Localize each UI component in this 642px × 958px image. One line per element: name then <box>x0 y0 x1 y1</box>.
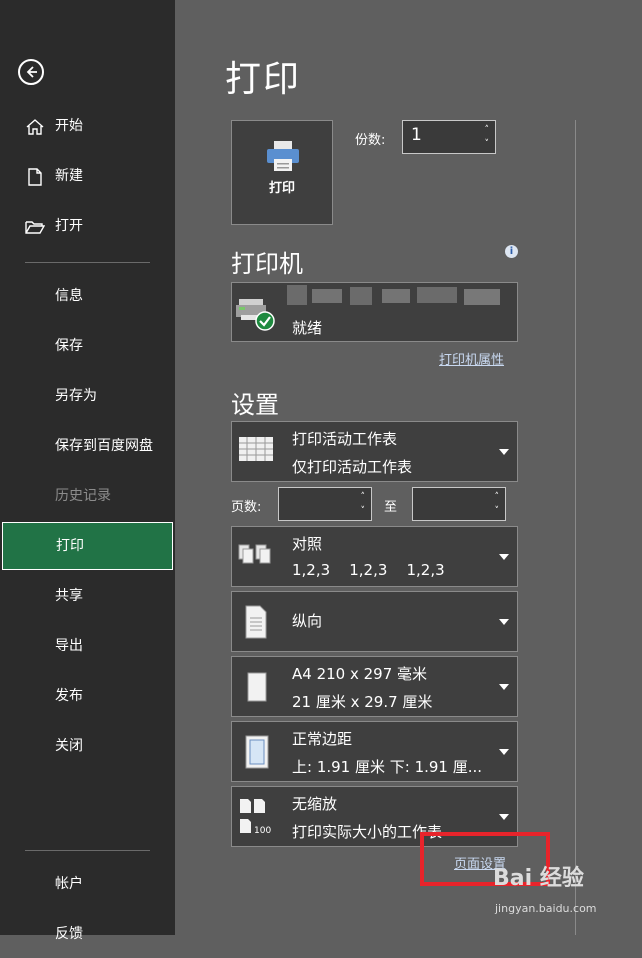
nav-share-label: 共享 <box>55 588 83 604</box>
nav-info-label: 信息 <box>55 288 83 304</box>
nav-close[interactable]: 关闭 <box>0 722 175 770</box>
pages-label: 页数: <box>231 500 262 515</box>
scaling-value: 无缩放 <box>292 795 338 813</box>
portrait-page-icon <box>245 605 267 639</box>
printer-icon <box>267 141 299 171</box>
nav-publish-label: 发布 <box>55 688 83 704</box>
copies-stepper[interactable]: 1 ˄ ˅ <box>402 120 496 154</box>
spin-arrows-icon[interactable]: ˄ ˅ <box>495 490 500 518</box>
nav-info[interactable]: 信息 <box>0 272 175 320</box>
print-what-desc: 仅打印活动工作表 <box>292 458 413 476</box>
nav-history-label: 历史记录 <box>55 488 111 504</box>
sidebar-divider <box>25 850 150 851</box>
nav-publish[interactable]: 发布 <box>0 672 175 720</box>
nav-feedback-label: 反馈 <box>55 926 83 942</box>
redacted-printer-name <box>417 287 457 303</box>
sidebar-divider <box>25 262 150 263</box>
margins-desc: 上: 1.91 厘米 下: 1.91 厘... <box>292 758 483 776</box>
nav-home[interactable]: 开始 <box>0 102 175 150</box>
preview-divider <box>575 120 576 935</box>
nav-open-label: 打开 <box>55 218 83 234</box>
backstage-sidebar: 开始 新建 打开 信息 保存 另存为 保存到百度网盘 历史记录 打印 共享 导出… <box>0 0 175 942</box>
redacted-printer-name <box>312 289 342 303</box>
nav-export-label: 导出 <box>55 638 83 654</box>
watermark-brand: Bai 经验 <box>493 866 584 891</box>
paper-size-dropdown[interactable]: A4 210 x 297 毫米 21 厘米 x 29.7 厘米 <box>231 656 518 717</box>
nav-save-to-baidu[interactable]: 保存到百度网盘 <box>0 422 175 470</box>
home-icon <box>26 119 44 135</box>
nav-open[interactable]: 打开 <box>0 202 175 250</box>
redacted-printer-name <box>350 287 372 305</box>
baidu-watermark: Bai 经验 jingyan.baidu.com <box>483 860 613 920</box>
collate-value: 对照 <box>292 535 323 553</box>
nav-save-as-label: 另存为 <box>55 388 97 404</box>
no-scaling-icon: 100 <box>240 799 271 836</box>
worksheet-icon <box>239 437 273 461</box>
nav-history: 历史记录 <box>0 472 175 520</box>
nav-feedback[interactable]: 反馈 <box>0 910 175 958</box>
chevron-down-icon <box>499 619 509 625</box>
print-what-dropdown[interactable]: 打印活动工作表 仅打印活动工作表 <box>231 421 518 482</box>
chevron-down-icon <box>499 749 509 755</box>
spin-arrows-icon[interactable]: ˄ ˅ <box>485 123 490 151</box>
margins-dropdown[interactable]: 正常边距 上: 1.91 厘米 下: 1.91 厘... <box>231 721 518 782</box>
print-what-value: 打印活动工作表 <box>292 430 398 448</box>
info-icon[interactable]: i <box>505 245 518 258</box>
chevron-down-icon <box>499 449 509 455</box>
nav-new[interactable]: 新建 <box>0 152 175 200</box>
back-arrow-icon[interactable] <box>18 59 44 85</box>
collate-dropdown[interactable]: 对照 1,2,3 1,2,3 1,2,3 <box>231 526 518 587</box>
margins-icon <box>245 735 269 769</box>
nav-account-label: 帐户 <box>55 876 83 892</box>
paper-size-icon <box>247 672 267 702</box>
pages-from-stepper[interactable]: ˄ ˅ <box>278 487 372 521</box>
printer-section-title: 打印机 <box>231 250 303 278</box>
folder-icon <box>25 221 45 234</box>
nav-save-to-baidu-label: 保存到百度网盘 <box>55 438 153 454</box>
pages-to-stepper[interactable]: ˄ ˅ <box>412 487 506 521</box>
nav-account[interactable]: 帐户 <box>0 860 175 908</box>
nav-export[interactable]: 导出 <box>0 622 175 670</box>
settings-section-title: 设置 <box>231 391 279 419</box>
paper-size-value: A4 210 x 297 毫米 <box>292 665 428 683</box>
print-button[interactable]: 打印 <box>231 120 333 225</box>
redacted-printer-name <box>287 285 307 305</box>
watermark-url: jingyan.baidu.com <box>495 902 597 915</box>
orientation-value: 纵向 <box>292 612 323 630</box>
nav-print-label: 打印 <box>56 538 84 554</box>
print-button-label: 打印 <box>268 181 295 196</box>
nav-save-label: 保存 <box>55 338 83 354</box>
redacted-printer-name <box>382 289 410 303</box>
copies-label: 份数: <box>355 133 386 148</box>
nav-save-as[interactable]: 另存为 <box>0 372 175 420</box>
to-label: 至 <box>384 500 398 515</box>
page-title: 打印 <box>225 59 302 100</box>
chevron-down-icon <box>499 684 509 690</box>
margins-value: 正常边距 <box>292 730 353 748</box>
svg-text:100: 100 <box>254 826 271 836</box>
chevron-down-icon <box>499 554 509 560</box>
printer-properties-link[interactable]: 打印机属性 <box>439 349 504 368</box>
nav-print[interactable]: 打印 <box>2 522 173 570</box>
nav-share[interactable]: 共享 <box>0 572 175 620</box>
collate-desc: 1,2,3 1,2,3 1,2,3 <box>292 561 445 579</box>
chevron-down-icon <box>499 814 509 820</box>
redacted-printer-name <box>464 289 500 305</box>
orientation-dropdown[interactable]: 纵向 <box>231 591 518 652</box>
collate-icon <box>238 544 271 564</box>
new-document-icon <box>28 168 42 186</box>
spin-arrows-icon[interactable]: ˄ ˅ <box>361 490 366 518</box>
nav-save[interactable]: 保存 <box>0 322 175 370</box>
printer-select[interactable]: 就绪 <box>231 282 518 342</box>
nav-close-label: 关闭 <box>55 738 83 754</box>
nav-new-label: 新建 <box>55 168 83 184</box>
printer-status: 就绪 <box>292 319 323 337</box>
printer-ready-icon <box>236 299 275 331</box>
copies-value: 1 <box>411 125 422 145</box>
nav-home-label: 开始 <box>55 118 83 134</box>
paper-size-desc: 21 厘米 x 29.7 厘米 <box>292 693 433 711</box>
